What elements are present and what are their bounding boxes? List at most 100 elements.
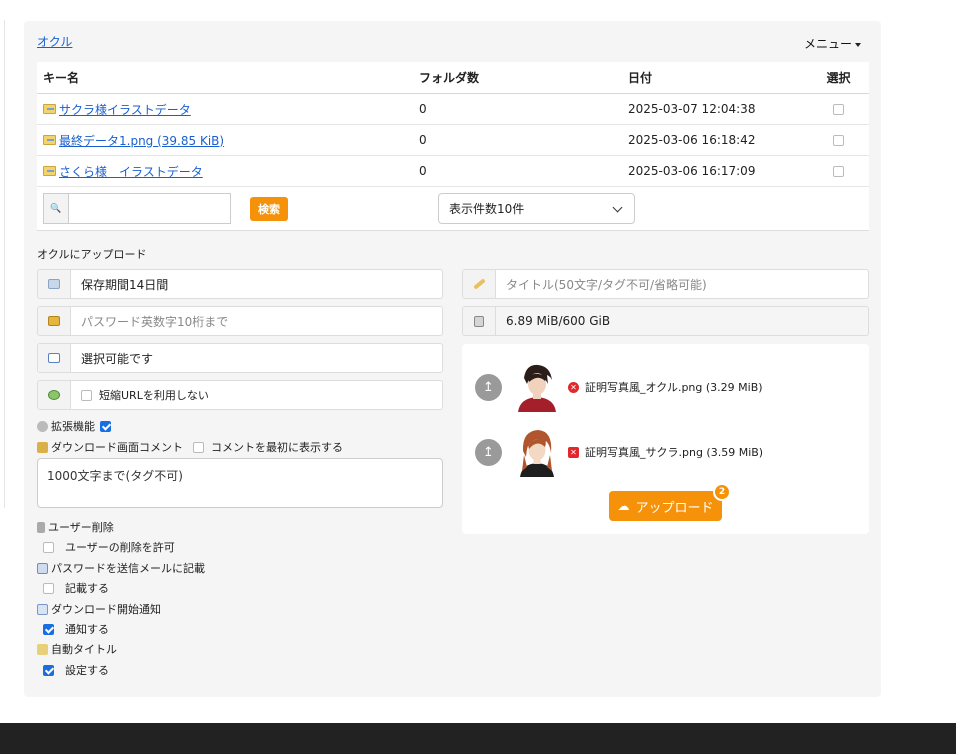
table-header-row: キー名 フォルダ数 日付 選択 xyxy=(37,62,869,94)
row-link[interactable]: 最終データ1.png (39.85 KiB) xyxy=(59,132,224,149)
retention-value: 保存期間14日間 xyxy=(81,277,169,292)
file-thumbnail xyxy=(514,362,560,412)
comment-row: ダウンロード画面コメント コメントを最初に表示する xyxy=(37,439,343,455)
link-icon xyxy=(48,390,60,400)
remove-file-icon[interactable]: ✕ xyxy=(568,446,579,458)
email-select[interactable]: 選択可能です xyxy=(37,343,443,373)
short-url-checkbox[interactable] xyxy=(81,389,92,401)
breadcrumb-link[interactable]: オクル xyxy=(37,33,72,50)
user-delete-label: ユーザーの削除を許可 xyxy=(65,541,175,554)
user-delete-title-row: ユーザー削除 xyxy=(37,519,114,535)
footer-bar xyxy=(0,723,956,754)
pw-mail-checkbox[interactable] xyxy=(43,582,54,594)
main-panel: オクル メニュー キー名 フォルダ数 日付 選択 サクラ様イラストデータ 0 2… xyxy=(24,21,881,697)
retention-select[interactable]: 保存期間14日間 xyxy=(37,269,443,299)
row-date: 2025-03-06 16:17:09 xyxy=(628,164,756,178)
menu-label: メニュー xyxy=(803,37,852,51)
mailbox-icon xyxy=(37,603,48,615)
comment-first-checkbox[interactable] xyxy=(193,441,204,453)
notify-label: 通知する xyxy=(65,623,109,636)
upload-button[interactable]: ☁ アップロード 2 xyxy=(609,483,731,521)
upload-arrow-icon[interactable]: ↥ xyxy=(475,373,502,401)
file-item: ↥ ✕ 証明写真風_サクラ.png (3.59 MiB) xyxy=(475,427,763,477)
row-select-checkbox[interactable] xyxy=(833,135,844,146)
row-select-checkbox[interactable] xyxy=(833,166,844,177)
note-pencil-icon xyxy=(37,643,48,655)
trash-icon xyxy=(37,521,45,533)
email-value: 選択可能です xyxy=(81,351,154,366)
password-placeholder: パスワード英数字10桁まで xyxy=(81,314,229,329)
calculator-icon xyxy=(474,315,484,327)
row-link[interactable]: サクラ様イラストデータ xyxy=(59,101,191,118)
row-count: 0 xyxy=(419,102,427,116)
upload-button-label: アップロード xyxy=(635,500,714,516)
user-delete-option: ユーザーの削除を許可 xyxy=(43,539,175,555)
autotitle-title: 自動タイトル xyxy=(51,643,117,656)
header-key-name: キー名 xyxy=(43,71,80,85)
folder-icon xyxy=(43,104,56,114)
user-delete-checkbox[interactable] xyxy=(43,541,54,553)
page-size-select[interactable]: 表示件数10件 xyxy=(438,193,635,224)
file-table: キー名 フォルダ数 日付 選択 サクラ様イラストデータ 0 2025-03-07… xyxy=(37,62,869,231)
search-group: 🔍 xyxy=(43,193,231,224)
cloud-upload-icon: ☁ xyxy=(617,499,630,513)
file-name: 証明写真風_オクル.png (3.29 MiB) xyxy=(585,381,763,394)
header-folder-count: フォルダ数 xyxy=(419,71,480,85)
extension-checkbox[interactable] xyxy=(100,420,111,432)
pencil-icon xyxy=(472,278,486,290)
capacity-value: 6.89 MiB/600 GiB xyxy=(496,307,868,335)
autotitle-checkbox[interactable] xyxy=(43,664,54,676)
upload-arrow-icon[interactable]: ↥ xyxy=(475,438,502,466)
gear-icon xyxy=(37,420,48,432)
autotitle-option: 設定する xyxy=(43,662,109,678)
short-url-option: 短縮URLを利用しない xyxy=(37,380,443,410)
upload-dropzone[interactable]: ↥ ✕ 証明写真風_オクル.png (3.29 MiB) ↥ ✕ 証明写真風_サ… xyxy=(462,344,869,534)
chevron-down-icon xyxy=(612,202,623,213)
autotitle-label: 設定する xyxy=(65,664,109,677)
row-count: 0 xyxy=(419,133,427,147)
row-date: 2025-03-07 12:04:38 xyxy=(628,102,756,116)
search-button[interactable]: 検索 xyxy=(250,196,288,221)
row-count: 0 xyxy=(419,164,427,178)
comment-placeholder: 1000文字まで(タグ不可) xyxy=(47,469,183,483)
password-field[interactable]: パスワード英数字10桁まで xyxy=(37,306,443,336)
calendar-icon xyxy=(48,279,60,289)
pw-mail-option: 記載する xyxy=(43,580,109,596)
search-input[interactable] xyxy=(69,194,230,223)
mail-icon xyxy=(48,353,60,363)
pw-mail-title: パスワードを送信メールに記載 xyxy=(51,562,205,575)
folder-icon xyxy=(43,135,56,145)
lock-icon xyxy=(48,316,60,326)
search-icon: 🔍 xyxy=(44,194,69,223)
header-select: 選択 xyxy=(826,71,851,85)
menu-dropdown[interactable]: メニュー xyxy=(804,35,861,52)
remove-file-icon[interactable]: ✕ xyxy=(568,381,579,393)
left-sidebar-edge xyxy=(0,20,5,508)
extension-label: 拡張機能 xyxy=(51,420,95,433)
row-link[interactable]: さくら様 イラストデータ xyxy=(59,163,203,180)
comment-label: ダウンロード画面コメント xyxy=(51,441,183,454)
extension-row: 拡張機能 xyxy=(37,418,111,434)
notify-checkbox[interactable] xyxy=(43,623,54,635)
mail-lock-icon xyxy=(37,562,48,574)
table-row: サクラ様イラストデータ 0 2025-03-07 12:04:38 xyxy=(37,94,869,125)
pw-mail-title-row: パスワードを送信メールに記載 xyxy=(37,560,205,576)
table-row: さくら様 イラストデータ 0 2025-03-06 16:17:09 xyxy=(37,156,869,187)
table-row: 最終データ1.png (39.85 KiB) 0 2025-03-06 16:1… xyxy=(37,125,869,156)
row-select-checkbox[interactable] xyxy=(833,104,844,115)
capacity-field: 6.89 MiB/600 GiB xyxy=(462,306,869,336)
autotitle-title-row: 自動タイトル xyxy=(37,641,117,657)
file-thumbnail xyxy=(514,427,560,477)
search-row: 🔍 検索 表示件数10件 xyxy=(37,187,869,231)
file-item: ↥ ✕ 証明写真風_オクル.png (3.29 MiB) xyxy=(475,362,763,412)
short-url-label: 短縮URLを利用しない xyxy=(99,389,209,402)
notify-title: ダウンロード開始通知 xyxy=(51,603,161,616)
comment-textarea[interactable]: 1000文字まで(タグ不可) xyxy=(37,458,443,508)
page-size-value: 表示件数10件 xyxy=(449,202,525,216)
caret-down-icon xyxy=(855,42,861,47)
title-field[interactable]: タイトル(50文字/タグ不可/省略可能) xyxy=(462,269,869,299)
user-delete-title: ユーザー削除 xyxy=(48,521,114,534)
header-date: 日付 xyxy=(628,71,653,85)
notify-option: 通知する xyxy=(43,621,109,637)
comment-pen-icon xyxy=(37,441,48,453)
